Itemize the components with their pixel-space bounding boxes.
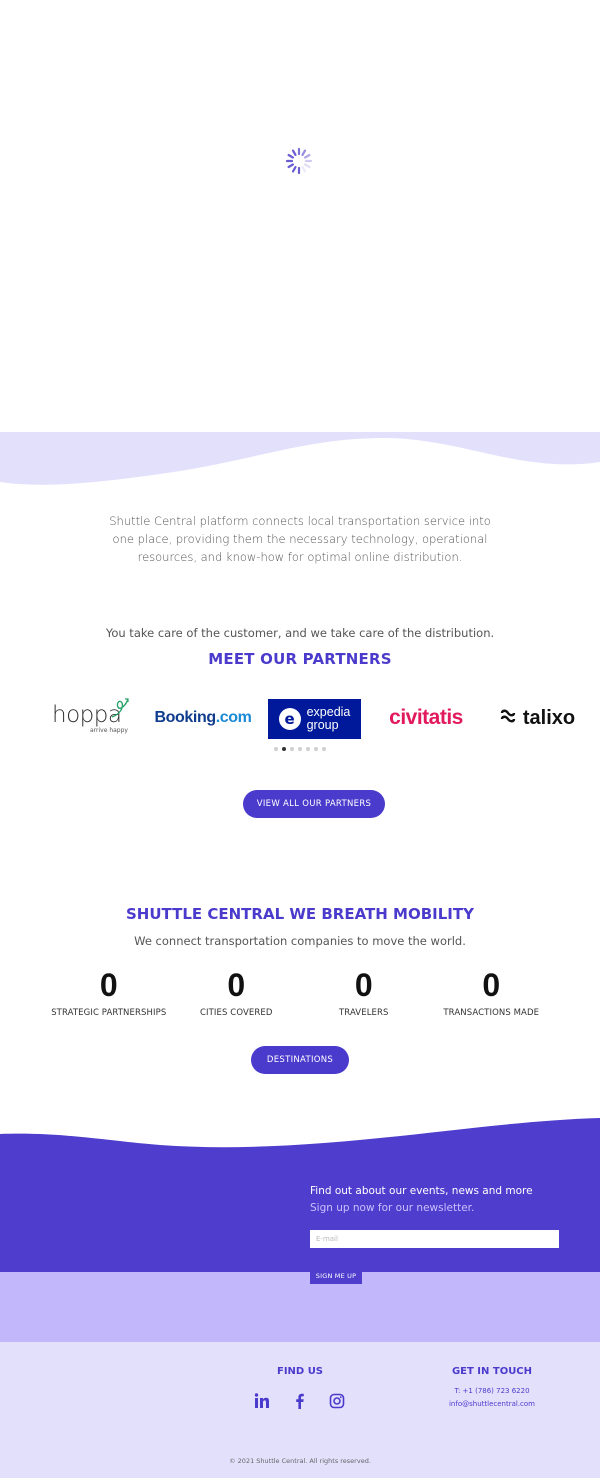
civitatis-logo[interactable]: civitatis [380,695,472,741]
partners-tagline: You take care of the customer, and we ta… [105,626,495,640]
intro-line: Shuttle Central platform connects local … [109,514,491,528]
intro-line: resources, and know-how for optimal onli… [137,550,463,564]
destinations-button[interactable]: DESTINATIONS [251,1046,349,1074]
intro-text: Shuttle Central platform connects local … [100,512,500,566]
facebook-icon[interactable] [291,1392,309,1410]
stat-label: CITIES COVERED [200,1008,273,1018]
newsletter-heading: Find out about our events, news and more [310,1185,533,1197]
view-all-partners-button[interactable]: VIEW ALL OUR PARTNERS [243,790,385,818]
mobility-subtitle: We connect transportation companies to m… [134,934,466,948]
expedia-mark-icon: e [278,708,301,730]
partners-carousel[interactable]: hoppa arrive happy Booking .com e expedia… [0,695,600,745]
copyright-text: © 2021 Shuttle Central. All rights reser… [229,1457,371,1465]
carousel-dot[interactable] [306,747,310,751]
booking-logo-main: Booking [154,709,217,726]
find-us-title: FIND US [276,1366,324,1377]
stats-row: 0 STRATEGIC PARTNERSHIPS 0 CITIES COVERE… [45,966,555,1026]
get-in-touch-title: GET IN TOUCH [451,1366,533,1377]
stat-label: STRATEGIC PARTNERSHIPS [51,1008,167,1018]
stat-value: 0 [354,967,373,1003]
loading-spinner-icon [285,147,313,175]
carousel-dot[interactable] [274,747,278,751]
talixo-logo-word: talixo [522,706,576,729]
partners-title: MEET OUR PARTNERS [208,650,392,668]
expedia-group-logo[interactable]: e expedia group [268,699,361,739]
newsletter-email-input[interactable] [310,1230,559,1248]
instagram-icon[interactable] [328,1392,346,1410]
carousel-dot[interactable] [290,747,294,751]
newsletter-section [0,1160,600,1272]
sign-me-up-button[interactable]: SIGN ME UP [310,1268,362,1284]
carousel-dot[interactable] [298,747,302,751]
stat-travelers: 0 TRAVELERS [300,966,428,1026]
stat-transactions-made: 0 TRANSACTIONS MADE [428,966,556,1026]
carousel-pagination [0,747,600,753]
talixo-logo[interactable]: talixo [488,695,586,741]
hoppa-logo-tagline: arrive happy [90,726,128,734]
top-wave-divider [0,432,600,485]
stat-label: TRAVELERS [338,1008,389,1018]
stat-cities-covered: 0 CITIES COVERED [173,966,301,1026]
expedia-logo-line: group [306,718,339,732]
loading-area [0,0,600,432]
stat-value: 0 [99,967,118,1003]
contact-phone[interactable]: T: +1 (786) 723 6220 [432,1387,552,1395]
carousel-dot[interactable] [322,747,326,751]
talixo-mark-icon [499,707,517,730]
booking-logo[interactable]: Booking .com [154,695,252,741]
booking-logo-suffix: .com [215,709,252,726]
stat-label: TRANSACTIONS MADE [443,1008,540,1018]
carousel-dot[interactable] [314,747,318,751]
stat-strategic-partnerships: 0 STRATEGIC PARTNERSHIPS [45,966,173,1026]
stat-value: 0 [227,967,246,1003]
newsletter-lower-band [0,1272,600,1342]
mobility-title: SHUTTLE CENTRAL WE BREATH MOBILITY [126,905,474,923]
hoppa-logo[interactable]: hoppa arrive happy [52,695,132,741]
newsletter-subheading: Sign up now for our newsletter. [310,1202,475,1214]
carousel-dot-active[interactable] [282,747,286,751]
intro-line: one place, providing them the necessary … [112,532,488,546]
contact-email[interactable]: info@shuttlecentral.com [432,1400,552,1408]
stat-value: 0 [482,967,501,1003]
linkedin-icon[interactable] [253,1392,271,1410]
hoppa-swoosh-icon [111,698,129,718]
